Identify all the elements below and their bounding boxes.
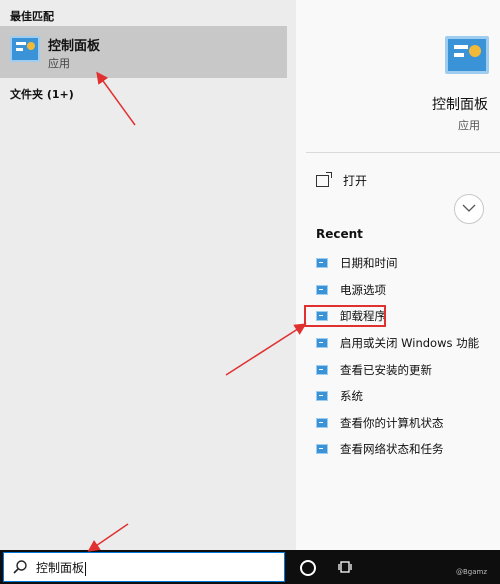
open-icon bbox=[316, 171, 332, 187]
open-label: 打开 bbox=[343, 174, 368, 188]
search-value: 控制面板 bbox=[36, 561, 87, 576]
recent-item-uninstall[interactable]: 卸载程序 bbox=[304, 303, 479, 330]
recent-item-label: 查看你的计算机状态 bbox=[340, 415, 444, 430]
app-type: 应用 bbox=[458, 119, 480, 132]
recent-item[interactable]: 查看网络状态和任务 bbox=[316, 436, 479, 463]
open-action[interactable]: 打开 bbox=[316, 171, 368, 189]
best-match-item[interactable]: 控制面板 应用 bbox=[0, 26, 287, 78]
best-match-heading: 最佳匹配 bbox=[10, 10, 54, 23]
recent-item-label: 启用或关闭 Windows 功能 bbox=[340, 336, 480, 351]
recent-heading: Recent bbox=[316, 227, 363, 241]
expand-button[interactable] bbox=[454, 194, 484, 224]
search-results-panel: 最佳匹配 控制面板 应用 文件夹 (1+) bbox=[0, 0, 296, 550]
control-panel-icon bbox=[10, 36, 40, 62]
recent-item-label: 查看网络状态和任务 bbox=[340, 442, 444, 457]
control-panel-item-icon bbox=[316, 284, 328, 295]
app-name: 控制面板 bbox=[432, 97, 488, 113]
control-panel-item-icon bbox=[316, 311, 328, 322]
recent-item-label: 日期和时间 bbox=[340, 256, 398, 271]
chevron-down-icon bbox=[462, 204, 476, 212]
control-panel-large-icon bbox=[445, 36, 489, 74]
recent-item[interactable]: 查看你的计算机状态 bbox=[316, 410, 479, 437]
recent-item-label: 电源选项 bbox=[340, 282, 386, 297]
recent-item-label: 系统 bbox=[340, 389, 363, 404]
divider bbox=[306, 152, 500, 153]
recent-item[interactable]: 系统 bbox=[316, 383, 479, 410]
recent-item-label: 查看已安装的更新 bbox=[340, 362, 432, 377]
recent-item[interactable]: 日期和时间 bbox=[316, 250, 479, 277]
task-view-icon[interactable] bbox=[338, 559, 354, 575]
taskbar: 控制面板 bbox=[0, 550, 500, 584]
control-panel-item-icon bbox=[316, 258, 328, 269]
control-panel-item-icon bbox=[316, 444, 328, 455]
best-match-subtitle: 应用 bbox=[48, 57, 70, 70]
recent-list: 日期和时间 电源选项 卸载程序 启用或关闭 Windows 功能 查看已安装的更… bbox=[304, 250, 479, 463]
control-panel-item-icon bbox=[316, 417, 328, 428]
best-match-title: 控制面板 bbox=[48, 39, 101, 54]
cortana-icon[interactable] bbox=[300, 560, 316, 576]
recent-item[interactable]: 电源选项 bbox=[316, 277, 479, 304]
search-input[interactable]: 控制面板 bbox=[3, 552, 285, 582]
folder-results-group[interactable]: 文件夹 (1+) bbox=[10, 86, 74, 102]
app-detail-panel: 控制面板 应用 打开 Recent 日期和时间 电源选项 卸载程序 启用或关闭 … bbox=[296, 0, 500, 550]
watermark: @Bgamz bbox=[456, 568, 488, 576]
recent-item[interactable]: 启用或关闭 Windows 功能 bbox=[316, 330, 479, 357]
recent-item[interactable]: 查看已安装的更新 bbox=[316, 356, 479, 383]
search-icon bbox=[13, 560, 27, 574]
control-panel-item-icon bbox=[316, 364, 328, 375]
control-panel-item-icon bbox=[316, 391, 328, 402]
control-panel-item-icon bbox=[316, 338, 328, 349]
